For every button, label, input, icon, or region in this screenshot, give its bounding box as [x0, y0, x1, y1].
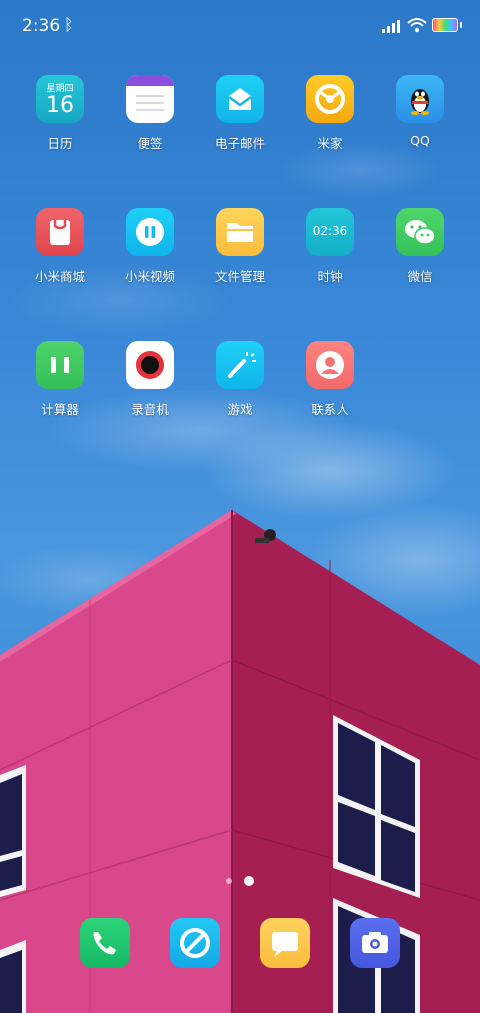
app-calculator[interactable]: 计算器	[15, 341, 105, 418]
app-mi-store[interactable]: 小米商城	[15, 208, 105, 285]
clock-icon: 02:36	[306, 208, 354, 256]
app-label: 计算器	[41, 402, 79, 417]
dock-phone[interactable]	[60, 918, 150, 968]
app-label: 微信	[407, 269, 433, 284]
browser-icon	[170, 918, 220, 968]
camera-icon	[350, 918, 400, 968]
dock-messages[interactable]	[240, 918, 330, 968]
app-label: 小米视频	[124, 269, 175, 284]
wechat-chat-icon	[396, 208, 444, 256]
dock-camera[interactable]	[330, 918, 420, 968]
app-clock[interactable]: 02:36 时钟	[285, 208, 375, 285]
clock-time: 02:36	[312, 224, 348, 238]
app-label: 文件管理	[214, 269, 265, 284]
contact-person-icon	[306, 341, 354, 389]
app-recorder[interactable]: 录音机	[105, 341, 195, 418]
calculator-icon	[36, 341, 84, 389]
app-mijia[interactable]: 米家	[285, 75, 375, 152]
app-label: 日历	[47, 136, 73, 151]
status-bar: 2:36 ᛒ	[0, 0, 480, 52]
record-icon	[126, 341, 174, 389]
app-label: 时钟	[317, 269, 343, 284]
phone-icon	[80, 918, 130, 968]
bluetooth-icon: ᛒ	[64, 15, 74, 34]
app-label: 便签	[137, 136, 163, 151]
app-label: QQ	[410, 133, 430, 148]
shopping-bag-icon	[36, 208, 84, 256]
app-calendar[interactable]: 星期四 16 日历	[15, 75, 105, 152]
app-notes[interactable]: 便签	[105, 75, 195, 152]
message-bubble-icon	[260, 918, 310, 968]
app-contacts[interactable]: 联系人	[285, 341, 375, 418]
app-label: 小米商城	[34, 269, 85, 284]
app-email[interactable]: 电子邮件	[195, 75, 285, 152]
app-file-manager[interactable]: 文件管理	[195, 208, 285, 285]
app-mi-video[interactable]: 小米视频	[105, 208, 195, 285]
page-indicator	[226, 870, 261, 889]
app-qq[interactable]: QQ	[375, 75, 465, 148]
email-icon	[216, 75, 264, 123]
dock-browser[interactable]	[150, 918, 240, 968]
app-label: 米家	[317, 136, 343, 151]
page-dot	[226, 877, 232, 884]
page-dot-active	[244, 875, 255, 886]
folder-icon	[216, 208, 264, 256]
magic-wand-icon	[216, 341, 264, 389]
notes-icon	[126, 75, 174, 123]
app-label: 电子邮件	[214, 136, 265, 151]
app-wechat[interactable]: 微信	[375, 208, 465, 285]
app-label: 录音机	[131, 402, 169, 417]
home-screen: 2:36 ᛒ 星期四 16 日历 便签 电子邮件 米家 QQ 小米商城 小米视频…	[0, 0, 480, 1013]
qq-penguin-icon	[396, 75, 444, 123]
status-time: 2:36	[22, 16, 61, 36]
calendar-icon: 星期四 16	[36, 75, 84, 123]
signal-icon	[382, 20, 400, 33]
calendar-day: 16	[46, 93, 74, 118]
wifi-icon	[407, 18, 427, 33]
mijia-icon	[306, 75, 354, 123]
battery-icon	[432, 18, 462, 32]
app-label: 游戏	[227, 402, 253, 417]
app-label: 联系人	[311, 402, 349, 417]
app-games[interactable]: 游戏	[195, 341, 285, 418]
video-play-icon	[126, 208, 174, 256]
